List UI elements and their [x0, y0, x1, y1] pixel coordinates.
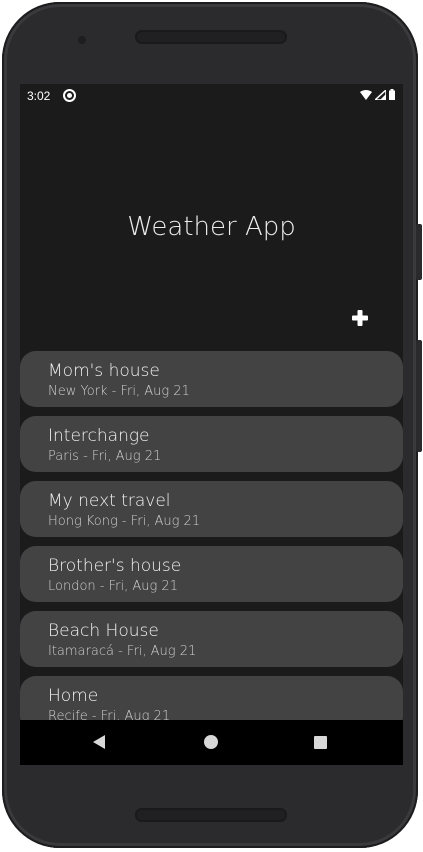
- status-bar: 3:02: [20, 84, 403, 106]
- location-card-moms-house[interactable]: Mom's house New York - Fri, Aug 21: [20, 351, 403, 407]
- location-card-interchange[interactable]: Interchange Paris - Fri, Aug 21: [20, 416, 403, 472]
- location-name: My next travel: [48, 491, 171, 511]
- sync-icon: [63, 89, 76, 102]
- recents-icon[interactable]: [314, 736, 327, 749]
- location-name: Mom's house: [48, 361, 160, 381]
- navigation-bar: [20, 720, 403, 765]
- location-name: Interchange: [48, 426, 150, 446]
- power-button: [416, 224, 422, 280]
- earpiece-speaker: [135, 30, 287, 44]
- volume-button: [416, 340, 422, 452]
- home-icon[interactable]: [204, 735, 218, 749]
- status-icons: [360, 89, 395, 100]
- location-detail: Hong Kong - Fri, Aug 21: [48, 514, 201, 529]
- front-camera: [78, 36, 86, 44]
- location-detail: Recife - Fri, Aug 21: [48, 709, 171, 720]
- location-card-beach-house[interactable]: Beach House Itamaracá - Fri, Aug 21: [20, 611, 403, 667]
- status-time: 3:02: [27, 89, 51, 103]
- location-detail: Itamaracá - Fri, Aug 21: [48, 644, 197, 659]
- location-list[interactable]: Mom's house New York - Fri, Aug 21 Inter…: [20, 351, 403, 720]
- app-title: Weather App: [127, 212, 296, 242]
- location-detail: Paris - Fri, Aug 21: [48, 449, 162, 464]
- location-detail: London - Fri, Aug 21: [48, 579, 178, 594]
- location-card-my-next-travel[interactable]: My next travel Hong Kong - Fri, Aug 21: [20, 481, 403, 537]
- location-name: Brother's house: [48, 556, 182, 576]
- back-icon[interactable]: [93, 735, 105, 749]
- signal-icon: [375, 89, 386, 100]
- add-location-button[interactable]: [350, 308, 370, 328]
- location-detail: New York - Fri, Aug 21: [48, 384, 190, 399]
- bottom-speaker: [135, 808, 287, 822]
- location-name: Home: [48, 686, 99, 706]
- screen: 3:02 Weather App Mom's house New York - …: [20, 84, 403, 765]
- phone-frame: 3:02 Weather App Mom's house New York - …: [2, 2, 422, 848]
- plus-icon: [352, 310, 368, 326]
- battery-icon: [389, 89, 395, 100]
- location-card-brothers-house[interactable]: Brother's house London - Fri, Aug 21: [20, 546, 403, 602]
- location-name: Beach House: [48, 621, 159, 641]
- wifi-icon: [360, 89, 372, 100]
- location-card-home[interactable]: Home Recife - Fri, Aug 21: [20, 676, 403, 720]
